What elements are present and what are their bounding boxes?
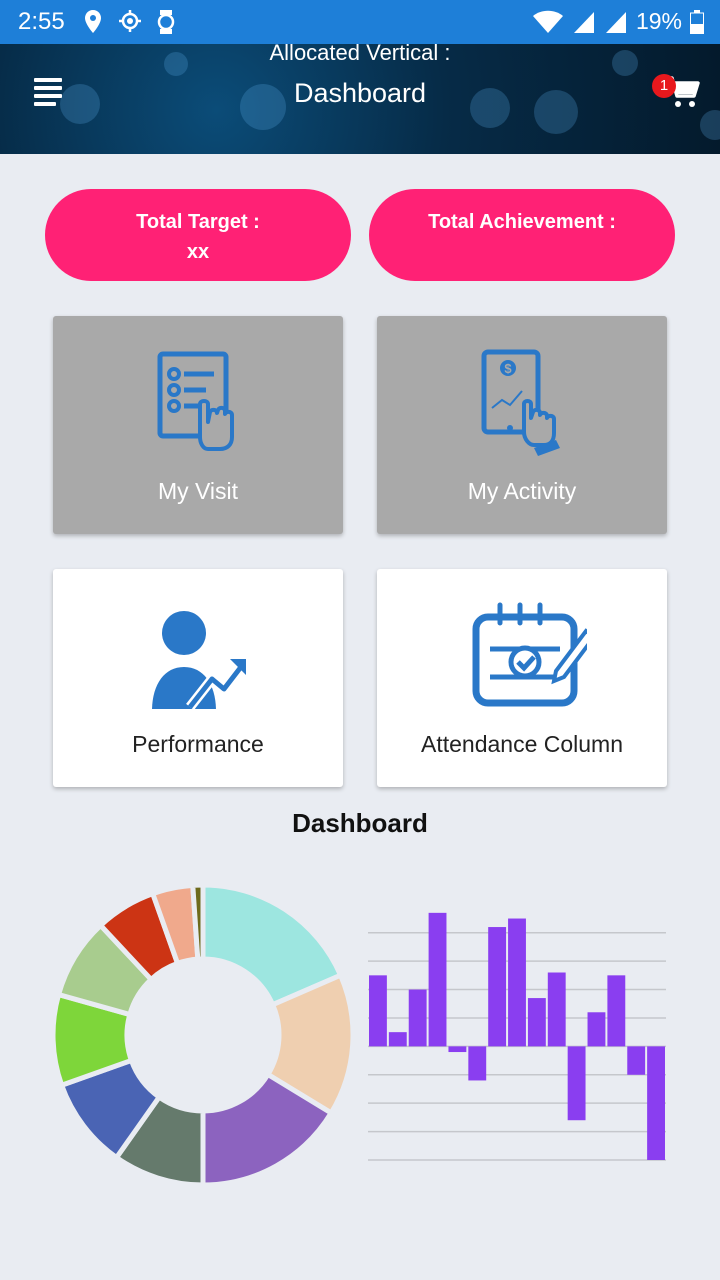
total-target-label: Total Target : [136,211,260,233]
battery-percent: 19% [635,8,682,34]
bar [527,998,546,1047]
dashboard-title: Dashboard [292,808,428,838]
total-target-pill[interactable]: Total Target : xx [45,189,351,281]
status-bar: 2:55 19% [0,0,720,44]
tile-label: My Activity [467,478,577,504]
checklist-hand-icon [157,351,234,451]
tile-my-activity[interactable]: $ My Activity [377,316,667,534]
bar [647,1046,665,1160]
location-icon [85,10,101,33]
wifi-icon [532,10,563,33]
signal-icon [573,11,594,33]
bar [428,912,447,1047]
bar [607,975,626,1047]
bar [627,1046,646,1075]
tile-performance[interactable]: Performance [53,569,343,787]
total-target-value: xx [186,241,210,263]
bar [468,1046,487,1081]
total-achievement-pill[interactable]: Total Achievement : [369,189,675,281]
tile-attendance-column[interactable]: Attendance Column [377,569,667,787]
gps-icon [119,10,141,32]
menu-icon[interactable] [34,78,64,108]
tablet-chart-hand-icon: $ [481,349,560,456]
header-subtitle: Allocated Vertical : [269,44,451,65]
svg-text:$: $ [504,361,512,376]
watch-icon [157,10,175,34]
bar [508,918,526,1047]
cart-count-badge: 1 [652,74,676,98]
bar [488,927,507,1047]
battery-icon [690,9,704,34]
signal-icon [605,11,626,33]
bar [567,1046,586,1121]
bar [388,1032,407,1047]
bar [587,1012,606,1047]
person-growth-icon [152,611,248,709]
tile-label: Performance [132,731,264,757]
total-achievement-label: Total Achievement : [428,211,616,233]
bar [547,972,566,1047]
bar [448,1046,467,1053]
tile-label: Attendance Column [420,731,623,757]
bar-chart [368,912,666,1161]
tile-my-visit[interactable]: My Visit [53,316,343,534]
tile-label: My Visit [157,478,239,504]
page-title: Dashboard [293,78,427,108]
bar [369,975,387,1047]
status-time: 2:55 [18,8,65,35]
bar [408,989,427,1047]
donut-chart [50,882,356,1188]
calendar-check-icon [472,602,587,707]
app-header: Allocated Vertical : Dashboard 1 [0,44,720,154]
